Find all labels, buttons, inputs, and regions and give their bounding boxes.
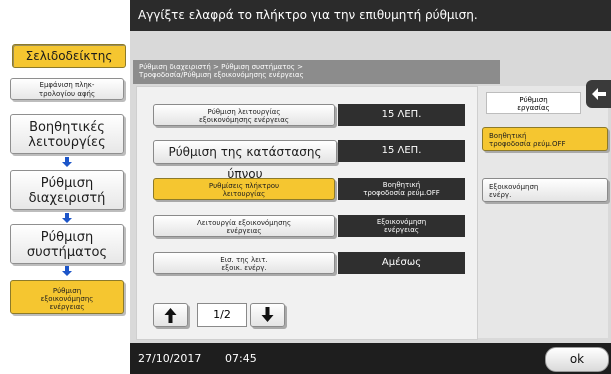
power-save-function-button[interactable]: Λειτουργία εξοικονόμησης ενέργειας [153,215,335,237]
sidebar-item-administrator[interactable]: Ρύθμιση διαχειριστή [10,170,124,210]
page-up-button[interactable] [153,303,188,327]
page-indicator: 1/2 [197,303,247,327]
power-key-setting-button[interactable]: Ρυθμίσεις πλήκτρου λειτουργίας [153,178,335,200]
arrow-down-icon [261,307,274,322]
instruction-text: Αγγίξτε ελαφρά το πλήκτρο για την επιθυμ… [138,8,478,22]
power-key-value: Βοηθητική τροφοδοσία ρεύμ.OFF [338,178,465,200]
right-panel [478,86,608,338]
sidebar-item-power-save[interactable]: Ρύθμιση εξοικονόμησης ενέργειας [10,280,124,314]
ok-button[interactable]: ok [545,347,609,372]
power-save-mode-setting-button[interactable]: Ρύθμιση λειτουργίας εξοικονόμησης ενέργε… [153,104,335,126]
arrow-down-icon [62,213,72,223]
enter-power-save-button[interactable]: Εισ. της λειτ. εξοικ. ενέργ. [153,252,335,274]
breadcrumb: Ρύθμιση διαχειριστή > Ρύθμιση συστήματος… [133,60,500,84]
arrow-up-icon [164,308,177,323]
sidebar-item-utility[interactable]: Βοηθητικές λειτουργίες [10,114,124,154]
enter-power-save-value: Αμέσως [338,252,465,274]
arrow-down-icon [62,266,72,276]
page-down-button[interactable] [250,303,285,327]
status-bar: 27/10/2017 07:45 [130,343,611,374]
power-save-option[interactable]: Εξοικονόμηση ενέργ. [482,178,608,202]
pager: 1/2 [153,303,285,327]
job-settings-label: Ρύθμιση εργασίας [486,92,581,114]
back-tab[interactable] [586,80,611,108]
bookmark-button[interactable]: Σελιδοδείκτης [12,44,126,68]
power-save-function-value: Εξοικονόμηση ενέργειας [338,215,465,237]
sidebar-item-system[interactable]: Ρύθμιση συστήματος [10,224,124,264]
arrow-down-icon [62,157,72,167]
instruction-bar: Αγγίξτε ελαφρά το πλήκτρο για την επιθυμ… [130,0,611,31]
left-navigation: Σελιδοδείκτης Εμφάνιση πληκ- τρολογίου α… [0,0,130,374]
time-display: 07:45 [225,352,257,365]
sleep-mode-value: 15 ΛΕΠ. [338,140,465,162]
power-save-mode-value: 15 ΛΕΠ. [338,104,465,126]
arrow-left-icon [592,88,606,100]
control-panel-screen: Αγγίξτε ελαφρά το πλήκτρο για την επιθυμ… [0,0,611,374]
date-display: 27/10/2017 [138,352,202,365]
auxiliary-power-off-option[interactable]: Βοηθητική τροφοδοσία ρεύμ.OFF [482,127,608,151]
sidebar-item-keyboard-display[interactable]: Εμφάνιση πληκ- τρολογίου αφής [10,78,124,100]
sleep-mode-setting-button[interactable]: Ρύθμιση της κατάστασης ύπνου [153,140,337,181]
